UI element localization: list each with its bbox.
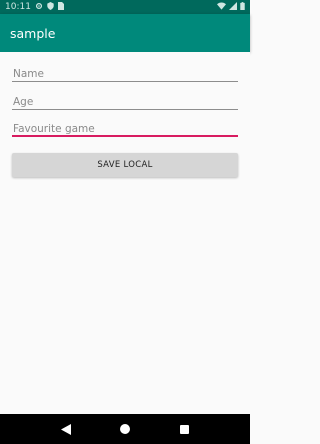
recents-icon[interactable] <box>174 419 194 439</box>
clock: 10:11 <box>5 2 31 12</box>
favourite-game-field-wrapper <box>12 117 238 139</box>
favourite-game-field-underline <box>12 135 238 137</box>
settings-icon <box>35 2 43 13</box>
app-title: sample <box>10 25 56 41</box>
age-field-wrapper <box>12 90 238 112</box>
battery-icon <box>240 1 245 13</box>
status-bar: 10:11 <box>0 0 250 14</box>
home-icon[interactable] <box>115 419 135 439</box>
age-field-underline <box>12 109 238 110</box>
back-icon[interactable] <box>56 419 76 439</box>
shield-icon <box>47 1 54 13</box>
sim-card-icon <box>57 1 64 13</box>
wifi-icon <box>217 2 226 13</box>
app-bar: sample <box>0 14 250 52</box>
navigation-bar <box>0 414 250 444</box>
form-container: SAVE LOCAL <box>0 52 250 414</box>
name-field-underline <box>12 81 238 82</box>
signal-icon <box>229 1 237 13</box>
save-local-button[interactable]: SAVE LOCAL <box>12 153 238 177</box>
name-field-wrapper <box>12 62 238 84</box>
